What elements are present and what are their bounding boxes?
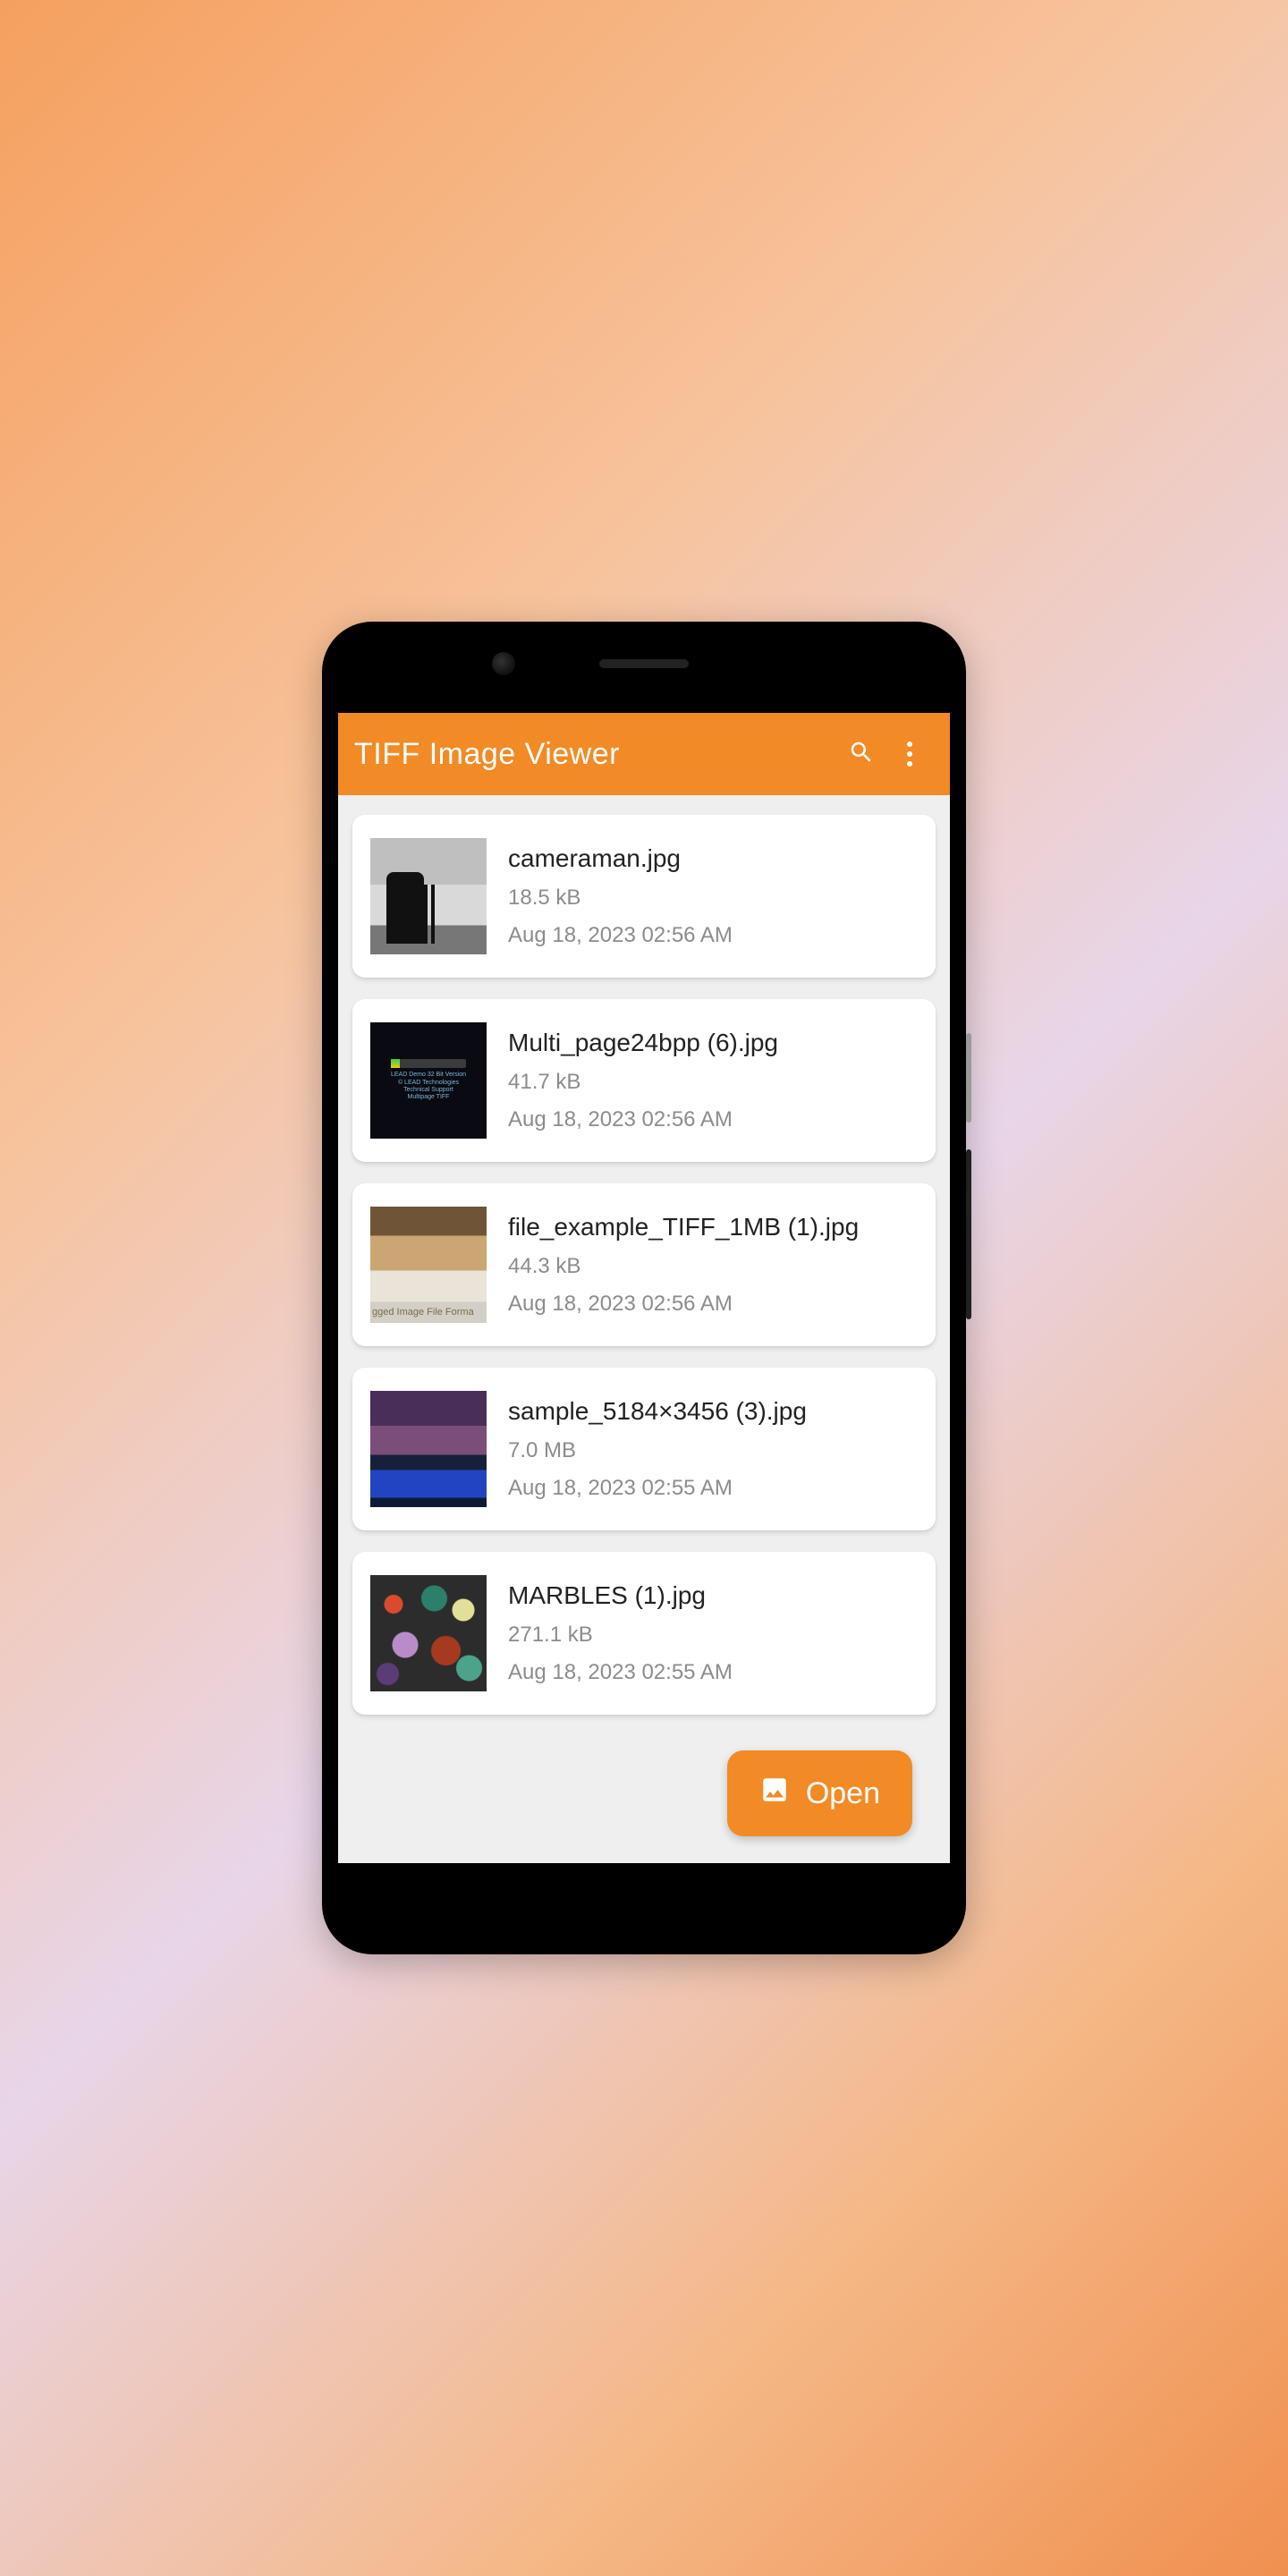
list-item[interactable]: MARBLES (1).jpg 271.1 kB Aug 18, 2023 02… <box>352 1552 936 1715</box>
open-button[interactable]: Open <box>727 1750 912 1836</box>
file-name: sample_5184×3456 (3).jpg <box>508 1397 807 1426</box>
search-icon <box>848 739 875 770</box>
file-date: Aug 18, 2023 02:55 AM <box>508 1476 807 1501</box>
file-size: 18.5 kB <box>508 886 733 911</box>
file-name: MARBLES (1).jpg <box>508 1581 733 1610</box>
thumbnail-icon <box>370 1575 487 1691</box>
phone-frame: TIFF Image Viewer cameraman.jpg <box>322 622 966 1954</box>
screen: TIFF Image Viewer cameraman.jpg <box>338 713 950 1863</box>
file-date: Aug 18, 2023 02:56 AM <box>508 1292 859 1317</box>
more-vert-icon <box>907 741 912 767</box>
bezel: TIFF Image Viewer cameraman.jpg <box>338 638 950 1938</box>
app-title: TIFF Image Viewer <box>354 737 837 772</box>
volume-button <box>966 1149 971 1319</box>
open-button-label: Open <box>806 1776 880 1811</box>
thumbnail-icon: LEAD Demo 32 Bit Version© LEAD Technolog… <box>370 1022 487 1139</box>
file-name: cameraman.jpg <box>508 844 733 873</box>
file-name: Multi_page24bpp (6).jpg <box>508 1029 778 1057</box>
app-bar: TIFF Image Viewer <box>338 713 950 795</box>
list-item[interactable]: LEAD Demo 32 Bit Version© LEAD Technolog… <box>352 999 936 1162</box>
power-button <box>966 1033 971 1123</box>
thumbnail-icon <box>370 1391 487 1507</box>
thumbnail-icon <box>370 1207 487 1323</box>
list-item[interactable]: cameraman.jpg 18.5 kB Aug 18, 2023 02:56… <box>352 815 936 978</box>
list-item[interactable]: file_example_TIFF_1MB (1).jpg 44.3 kB Au… <box>352 1183 936 1346</box>
file-name: file_example_TIFF_1MB (1).jpg <box>508 1213 859 1241</box>
file-size: 41.7 kB <box>508 1070 778 1095</box>
file-date: Aug 18, 2023 02:55 AM <box>508 1660 733 1685</box>
file-date: Aug 18, 2023 02:56 AM <box>508 1107 778 1132</box>
file-size: 271.1 kB <box>508 1623 733 1648</box>
file-size: 7.0 MB <box>508 1438 807 1463</box>
more-options-button[interactable] <box>886 730 934 778</box>
file-list: cameraman.jpg 18.5 kB Aug 18, 2023 02:56… <box>338 795 950 1863</box>
image-icon <box>759 1775 790 1813</box>
search-button[interactable] <box>837 730 886 778</box>
file-date: Aug 18, 2023 02:56 AM <box>508 923 733 948</box>
list-item[interactable]: sample_5184×3456 (3).jpg 7.0 MB Aug 18, … <box>352 1368 936 1530</box>
file-size: 44.3 kB <box>508 1254 859 1279</box>
thumbnail-icon <box>370 838 487 954</box>
